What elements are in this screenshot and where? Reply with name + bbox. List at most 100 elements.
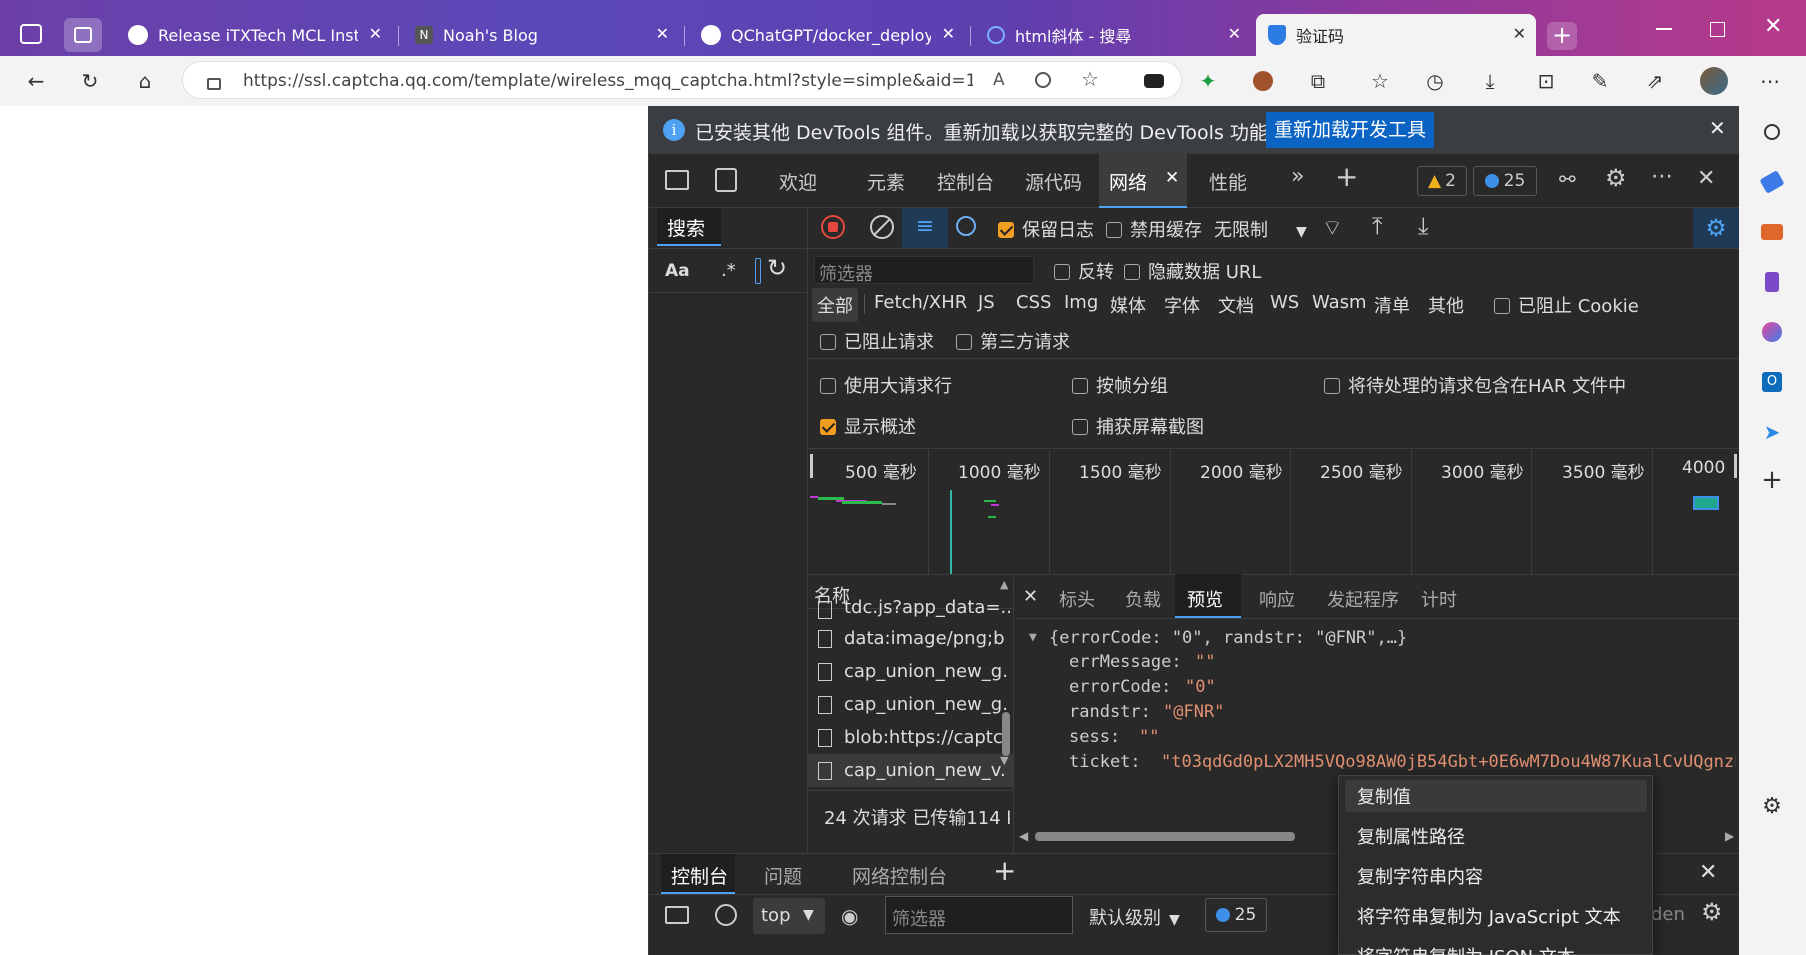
filter-icon[interactable]: ≡ (902, 208, 948, 248)
home-icon[interactable]: ⌂ (127, 63, 163, 99)
zoom-icon[interactable] (1035, 72, 1051, 88)
context-selector[interactable]: top ▼ (753, 898, 825, 934)
network-settings-icon[interactable]: ⚙ (1693, 208, 1739, 248)
scroll-right-icon[interactable]: ▶ (1725, 829, 1734, 843)
close-infobar-icon[interactable]: ✕ (1709, 116, 1726, 140)
shopping-tag-icon[interactable] (1758, 168, 1786, 196)
search-icon[interactable] (1758, 118, 1786, 146)
request-row[interactable]: data:image/png;b (808, 622, 1013, 655)
close-window-icon[interactable]: ✕ (1764, 14, 1782, 39)
new-tab-button[interactable]: + (1547, 22, 1577, 50)
menu-item-copy-as-js-literal[interactable]: 将字符串复制为 JavaScript 文本 (1357, 903, 1621, 929)
clear-console-icon[interactable] (715, 904, 737, 926)
tools-icon[interactable] (1758, 218, 1786, 246)
tab-preview-active[interactable]: 预览 (1175, 574, 1241, 618)
tab-welcome[interactable]: 欢迎 (779, 168, 817, 195)
extension-green-icon[interactable]: ✦ (1190, 63, 1226, 99)
web-capture-icon[interactable]: ⊡ (1528, 63, 1564, 99)
filter-input[interactable]: 筛选器 (814, 256, 1034, 285)
favorite-star-icon[interactable]: ☆ (1081, 67, 1099, 91)
large-rows-checkbox[interactable]: 使用大请求行 (820, 372, 952, 398)
menu-item-copy-as-json-literal[interactable]: 将字符串复制为 JSON 文本 (1357, 943, 1575, 955)
refresh-icon[interactable]: ↻ (72, 63, 108, 99)
group-by-frame-checkbox[interactable]: 按帧分组 (1072, 372, 1168, 398)
menu-item-copy-value[interactable]: 复制值 (1357, 783, 1411, 809)
menu-item-copy-string-contents[interactable]: 复制字符串内容 (1357, 863, 1483, 889)
disable-cache-checkbox[interactable]: 禁用缓存 (1106, 216, 1202, 242)
close-tab-icon[interactable]: ✕ (1513, 24, 1526, 43)
close-drawer-icon[interactable]: ✕ (1699, 860, 1717, 885)
close-tab-icon[interactable]: ✕ (656, 24, 669, 43)
type-filter-doc[interactable]: 文档 (1218, 292, 1254, 318)
tab-timing[interactable]: 计时 (1421, 586, 1457, 612)
type-filter-all[interactable]: 全部 (812, 288, 858, 322)
warnings-badge[interactable]: ▲ 2 (1417, 166, 1467, 196)
tab-captcha-active[interactable]: 验证码 ✕ (1256, 14, 1536, 56)
request-row[interactable]: cap_union_new_g. (808, 688, 1013, 721)
messages-badge[interactable]: 25 (1473, 166, 1537, 196)
expand-triangle-icon[interactable]: ▼ (1029, 630, 1037, 645)
more-options-icon[interactable]: ⋯ (1651, 164, 1673, 189)
type-filter-wasm[interactable]: Wasm (1312, 292, 1367, 313)
close-details-icon[interactable]: ✕ (1023, 586, 1038, 607)
workspaces-icon[interactable] (20, 24, 42, 44)
close-tab-icon[interactable]: ✕ (942, 24, 955, 43)
capture-screenshots-checkbox[interactable]: 捕获屏幕截图 (1072, 413, 1204, 439)
live-expression-eye-icon[interactable]: ◉ (841, 904, 858, 928)
request-row[interactable]: cap_union_new_g. (808, 655, 1013, 688)
tab-network-active[interactable]: 网络 ✕ (1099, 154, 1187, 208)
close-tab-icon[interactable]: ✕ (1165, 168, 1179, 188)
tab-sources[interactable]: 源代码 (1025, 168, 1082, 195)
back-icon[interactable]: ← (18, 63, 54, 99)
inspect-icon[interactable] (665, 170, 689, 190)
tab-response[interactable]: 响应 (1259, 586, 1295, 612)
favorites-icon[interactable]: ☆ (1362, 63, 1398, 99)
type-filter-ws[interactable]: WS (1270, 292, 1299, 313)
network-conditions-icon[interactable]: ⌔ (1322, 214, 1343, 242)
avatar[interactable] (1696, 63, 1732, 99)
maximize-icon[interactable] (1710, 22, 1725, 37)
blocked-requests-checkbox[interactable]: 已阻止请求 (820, 328, 934, 354)
scrollbar-down-icon[interactable]: ▼ (1000, 754, 1008, 767)
add-tab-icon[interactable]: + (1335, 160, 1358, 193)
type-filter-img[interactable]: Img (1064, 292, 1098, 313)
console-message-count[interactable]: 25 (1205, 898, 1267, 932)
sidebar-settings-icon[interactable]: ⚙ (1758, 792, 1786, 820)
regex-toggle[interactable]: .* (721, 260, 736, 281)
search-icon[interactable] (956, 216, 976, 236)
address-bar[interactable]: https://ssl.captcha.qq.com/template/wire… (182, 61, 1182, 99)
third-party-checkbox[interactable]: 第三方请求 (956, 328, 1070, 354)
read-aloud-icon[interactable]: A (993, 70, 1005, 90)
send-icon[interactable]: ➤ (1758, 418, 1786, 446)
device-emulation-icon[interactable] (715, 168, 737, 192)
preserve-log-checkbox[interactable]: 保留日志 (998, 216, 1094, 242)
tab-search[interactable]: 搜索 (657, 208, 721, 246)
scroll-left-icon[interactable]: ◀ (1019, 829, 1028, 843)
more-options-icon[interactable]: ⋯ (1752, 63, 1788, 99)
invert-checkbox[interactable]: 反转 (1054, 258, 1114, 284)
close-devtools-icon[interactable]: ✕ (1697, 166, 1715, 191)
console-filter-input[interactable]: 筛选器 (885, 896, 1073, 934)
outlook-icon[interactable]: O (1758, 368, 1786, 396)
json-value[interactable]: "0" (1185, 677, 1216, 697)
refresh-search-icon[interactable]: ↻ (767, 254, 787, 282)
extensions-icon[interactable]: ⧉ (1300, 63, 1336, 99)
type-filter-manifest[interactable]: 清单 (1374, 292, 1410, 318)
tab-payload[interactable]: 负载 (1125, 586, 1161, 612)
hide-data-url-checkbox[interactable]: 隐藏数据 URL (1124, 258, 1261, 284)
type-filter-media[interactable]: 媒体 (1110, 292, 1146, 318)
import-har-icon[interactable]: ⤒ (1372, 212, 1383, 240)
record-stop-icon[interactable] (821, 215, 845, 239)
tab-headers[interactable]: 标头 (1059, 586, 1095, 612)
extension-toggle-icon[interactable] (1136, 63, 1172, 99)
type-filter-other[interactable]: 其他 (1428, 292, 1464, 318)
timeline-overview[interactable]: 500 毫秒 1000 毫秒 1500 毫秒 2000 毫秒 2500 毫秒 3… (808, 450, 1740, 574)
vertical-tabs-icon[interactable] (64, 18, 102, 52)
search-input-caret[interactable] (755, 258, 761, 284)
request-row[interactable]: tdc.js?app_data=... (808, 599, 1013, 621)
json-value[interactable]: "t03qdGd0pLX2MH5VQo98AW0jB54Gbt+0E6wM7Do… (1161, 752, 1736, 772)
customize-icon[interactable]: ⚯ (1559, 167, 1576, 191)
add-drawer-tab-icon[interactable]: + (993, 854, 1016, 887)
history-icon[interactable]: ◷ (1417, 63, 1453, 99)
json-value[interactable]: "" (1195, 652, 1215, 672)
